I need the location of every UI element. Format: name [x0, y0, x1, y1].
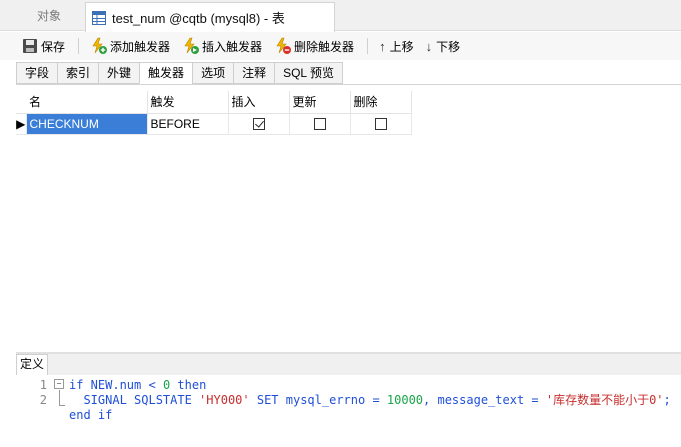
column-header-insert[interactable]: 插入 [228, 91, 290, 114]
code-line: end if [69, 408, 112, 423]
code-token: if [69, 378, 84, 392]
fold-guide-end [59, 405, 65, 406]
code-token: 10000 [386, 393, 424, 407]
insert-checkbox[interactable] [252, 118, 265, 131]
subtab-0[interactable]: 字段 [16, 62, 58, 84]
designer-subtabs: 字段 索引 外键 触发器 选项 注释 SQL 预览 [16, 62, 343, 84]
code-token: SET [249, 393, 286, 407]
fold-guide [59, 390, 60, 405]
insert-trigger-button[interactable]: 插入触发器 [179, 34, 265, 58]
code-token: then [170, 378, 207, 392]
table-icon [92, 10, 106, 25]
delete-checkbox[interactable] [374, 118, 387, 131]
arrow-down-icon: ↓ [425, 38, 433, 54]
triggers-grid-area: 名 触发 插入 更新 删除 ▶ CHECKNUM BEFORE [16, 84, 681, 352]
line-number: 1 [39, 378, 47, 392]
trigger-timing-cell[interactable]: BEFORE [147, 113, 229, 135]
code-token: 'HY000' [199, 393, 250, 407]
triggers-grid: 名 触发 插入 更新 删除 ▶ CHECKNUM BEFORE [16, 91, 412, 135]
fold-toggle-icon[interactable]: − [54, 379, 64, 389]
delete-trigger-button[interactable]: 删除触发器 [271, 34, 357, 58]
code-token: mysql_errno = [285, 393, 387, 407]
code-token: , message_text = [423, 393, 546, 407]
row-marker-header [16, 91, 26, 114]
lightning-delete-icon [276, 37, 292, 54]
code-token: '库存数量不能小于0' [545, 393, 664, 407]
subtab-4[interactable]: 选项 [192, 62, 234, 84]
save-icon [23, 39, 37, 53]
code-token: NEW.num < [83, 378, 163, 392]
line-number [30, 408, 47, 423]
toolbar-separator [367, 38, 369, 54]
code-token: ; [663, 393, 671, 407]
column-header-update[interactable]: 更新 [289, 91, 351, 114]
arrow-up-icon: ↑ [379, 38, 386, 54]
move-up-button[interactable]: ↑ 上移 [376, 34, 417, 58]
move-down-button[interactable]: ↓ 下移 [423, 34, 464, 58]
column-header-name[interactable]: 名 [26, 91, 148, 114]
table-row[interactable]: ▶ CHECKNUM BEFORE [16, 113, 412, 135]
update-checkbox-cell[interactable] [289, 113, 351, 135]
toolbar-separator [78, 38, 80, 54]
tab-title: test_num @cqtb (mysql8) - 表 [112, 11, 285, 26]
tab-objects[interactable]: 对象 [14, 3, 84, 30]
insert-checkbox-cell[interactable] [228, 113, 290, 135]
sql-definition-editor[interactable]: − 1 if NEW.num < 0 then 2 SIGNAL SQLSTATE … [16, 375, 681, 447]
tab-table-design[interactable]: test_num @cqtb (mysql8) - 表 [85, 2, 335, 32]
grid-header-row: 名 触发 插入 更新 删除 [16, 91, 412, 114]
definition-tab-strip: 定义 [16, 354, 681, 375]
code-line: SIGNAL SQLSTATE 'HY000' SET mysql_errno … [69, 393, 671, 408]
subtab-1[interactable]: 索引 [57, 62, 99, 84]
line-number: 2 [39, 393, 47, 407]
subtab-6[interactable]: SQL 预览 [274, 62, 343, 84]
code-token: SIGNAL SQLSTATE [83, 393, 200, 407]
subtab-2[interactable]: 外键 [98, 62, 140, 84]
current-row-indicator-icon: ▶ [16, 113, 27, 135]
lightning-add-icon [92, 37, 108, 54]
add-trigger-button[interactable]: 添加触发器 [87, 34, 173, 58]
tab-definition[interactable]: 定义 [16, 354, 48, 375]
document-tab-strip: 对象 test_num @cqtb (mysql8) - 表 [0, 0, 681, 32]
subtab-3[interactable]: 触发器 [139, 62, 193, 84]
save-button[interactable]: 保存 [18, 34, 68, 58]
update-checkbox[interactable] [313, 118, 326, 131]
lightning-insert-icon [184, 37, 200, 54]
subtab-5[interactable]: 注释 [233, 62, 275, 84]
column-header-delete[interactable]: 删除 [350, 91, 412, 114]
delete-checkbox-cell[interactable] [350, 113, 412, 135]
code-line: if NEW.num < 0 then [69, 378, 206, 393]
trigger-name-cell[interactable]: CHECKNUM [26, 113, 148, 135]
column-header-timing[interactable]: 触发 [147, 91, 229, 114]
code-token: end if [69, 408, 113, 422]
toolbar: 保存 添加触发器 插入触发器 删除触发器 ↑ 上移 ↓ 下移 [0, 32, 681, 60]
